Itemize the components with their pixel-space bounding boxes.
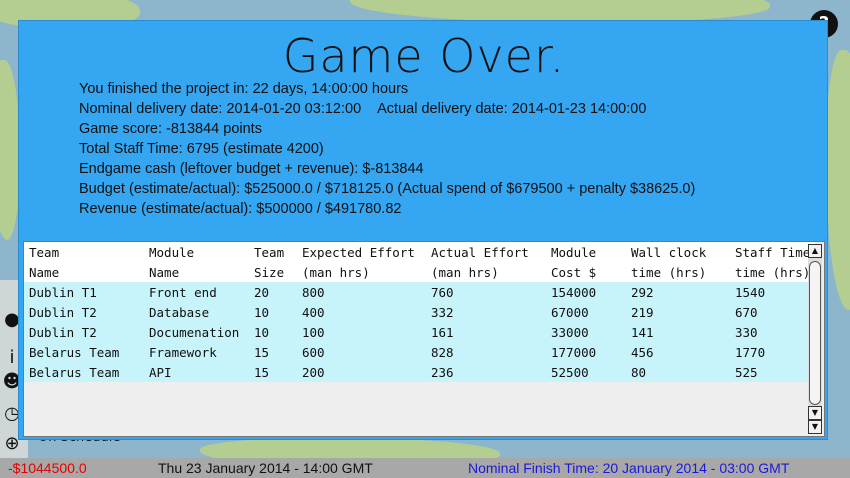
vertical-scrollbar[interactable]: ▲ ▼ ▼: [808, 244, 822, 434]
table-header: (man hrs): [302, 264, 370, 280]
dialog-title: Game Over.: [282, 29, 566, 83]
table-cell: 52500: [551, 364, 589, 380]
land-mass: [826, 50, 850, 310]
finished-line: You finished the project in: 22 days, 14…: [79, 81, 409, 97]
table-cell: API: [149, 364, 172, 380]
land-mass: [0, 60, 20, 240]
table-cell: 600: [302, 344, 325, 360]
table-cell: Front end: [149, 284, 217, 300]
table-cell: 161: [431, 324, 454, 340]
scroll-down-icon[interactable]: ▼: [808, 406, 822, 420]
table-row[interactable]: Dublin T2 Database 10 400 332 67000 219 …: [24, 302, 815, 322]
table-header: Staff Time: [735, 244, 811, 260]
table-cell: 10: [254, 304, 270, 320]
scrollbar-thumb[interactable]: [809, 261, 821, 405]
table-header: time (hrs): [631, 264, 707, 280]
results-table: Team Module Team Expected Effort Actual …: [24, 242, 815, 382]
table-cell: 400: [302, 304, 325, 320]
table-header-row: Team Module Team Expected Effort Actual …: [24, 242, 815, 262]
table-cell: 525: [735, 364, 758, 380]
endgame-cash-line: Endgame cash (leftover budget + revenue)…: [79, 161, 424, 177]
table-cell: 67000: [551, 304, 589, 320]
table-cell: 219: [631, 304, 654, 320]
table-cell: 800: [302, 284, 325, 300]
table-header: Cost $: [551, 264, 597, 280]
table-cell: 100: [302, 324, 325, 340]
summary-block: You finished the project in: 22 days, 14…: [79, 79, 695, 219]
table-cell: 15: [254, 364, 270, 380]
table-cell: 20: [254, 284, 270, 300]
table-row[interactable]: Belarus Team API 15 200 236 52500 80 525: [24, 362, 815, 382]
table-cell: 1540: [735, 284, 766, 300]
cash-balance: -$1044500.0: [8, 460, 87, 476]
table-cell: 177000: [551, 344, 597, 360]
table-header: Wall clock: [631, 244, 707, 260]
scroll-down-icon[interactable]: ▼: [808, 420, 822, 434]
table-cell: Database: [149, 304, 210, 320]
revenue-line: Revenue (estimate/actual): $500000 / $49…: [79, 201, 402, 217]
game-over-dialog: Game Over. You finished the project in: …: [18, 20, 828, 440]
table-header: Name: [149, 264, 180, 280]
table-cell: 141: [631, 324, 654, 340]
table-header: Size: [254, 264, 285, 280]
table-cell: Belarus Team: [29, 344, 120, 360]
table-cell: 200: [302, 364, 325, 380]
table-cell: Documenation: [149, 324, 240, 340]
table-row[interactable]: Belarus Team Framework 15 600 828 177000…: [24, 342, 815, 362]
table-cell: 80: [631, 364, 647, 380]
table-cell: Belarus Team: [29, 364, 120, 380]
table-row[interactable]: Dublin T2 Documenation 10 100 161 33000 …: [24, 322, 815, 342]
staff-time-line: Total Staff Time: 6795 (estimate 4200): [79, 141, 324, 157]
score-line: Game score: -813844 points: [79, 121, 262, 137]
table-header: (man hrs): [431, 264, 499, 280]
land-mass: [200, 438, 500, 458]
table-cell: Dublin T1: [29, 284, 97, 300]
table-cell: 292: [631, 284, 654, 300]
table-cell: 332: [431, 304, 454, 320]
table-header: Module: [149, 244, 195, 260]
table-cell: 828: [431, 344, 454, 360]
table-cell: 33000: [551, 324, 589, 340]
table-header: time (hrs): [735, 264, 811, 280]
results-table-panel[interactable]: Team Module Team Expected Effort Actual …: [23, 241, 825, 437]
status-bar: -$1044500.0 Thu 23 January 2014 - 14:00 …: [0, 458, 850, 478]
table-cell: 15: [254, 344, 270, 360]
table-header: Actual Effort: [431, 244, 529, 260]
table-cell: Framework: [149, 344, 217, 360]
budget-line: Budget (estimate/actual): $525000.0 / $7…: [79, 181, 696, 197]
table-cell: 10: [254, 324, 270, 340]
table-cell: 760: [431, 284, 454, 300]
table-cell: 154000: [551, 284, 597, 300]
table-header: Name: [29, 264, 60, 280]
table-cell: 670: [735, 304, 758, 320]
table-cell: 236: [431, 364, 454, 380]
table-cell: Dublin T2: [29, 304, 97, 320]
table-header: Team: [29, 244, 60, 260]
actual-delivery: Actual delivery date: 2014-01-23 14:00:0…: [377, 101, 647, 117]
table-cell: 456: [631, 344, 654, 360]
table-cell: Dublin T2: [29, 324, 97, 340]
delivery-line: Nominal delivery date: 2014-01-20 03:12:…: [79, 99, 695, 119]
scroll-up-icon[interactable]: ▲: [808, 244, 822, 258]
current-date: Thu 23 January 2014 - 14:00 GMT: [158, 460, 373, 476]
table-cell: 1770: [735, 344, 766, 360]
table-row[interactable]: Dublin T1 Front end 20 800 760 154000 29…: [24, 282, 815, 302]
table-cell: 330: [735, 324, 758, 340]
table-header: Expected Effort: [302, 244, 415, 260]
nominal-finish-time: Nominal Finish Time: 20 January 2014 - 0…: [468, 460, 790, 476]
table-header: Team: [254, 244, 285, 260]
table-header: Module: [551, 244, 597, 260]
table-header-row: Name Name Size (man hrs) (man hrs) Cost …: [24, 262, 815, 282]
nominal-delivery: Nominal delivery date: 2014-01-20 03:12:…: [79, 101, 362, 117]
